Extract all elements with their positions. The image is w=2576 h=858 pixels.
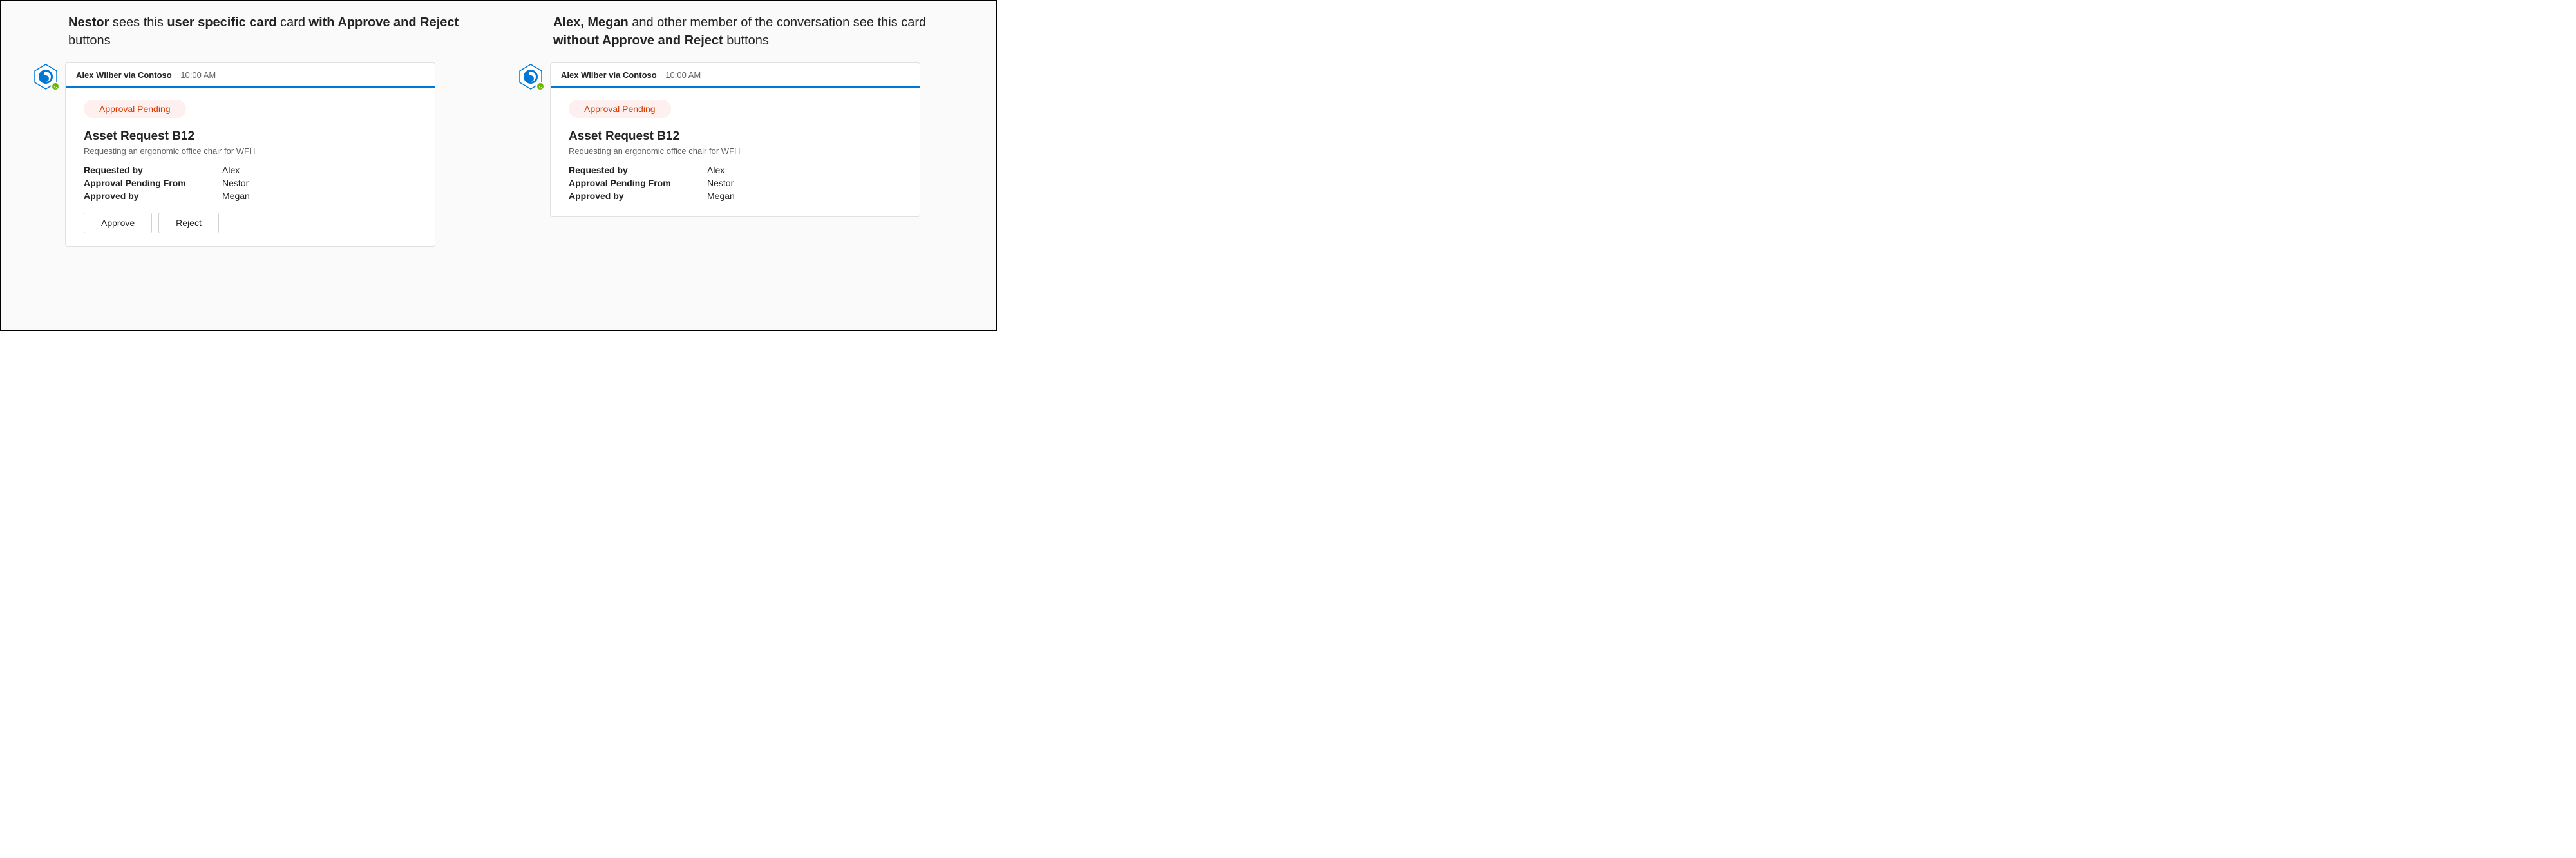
- field-value: Nestor: [707, 178, 734, 188]
- field-label: Requested by: [569, 165, 707, 175]
- status-badge: Approval Pending: [569, 100, 671, 118]
- field-label: Approved by: [569, 191, 707, 201]
- adaptive-card-without-actions: Alex Wilber via Contoso 10:00 AM Approva…: [550, 62, 920, 217]
- field-label: Approved by: [84, 191, 222, 201]
- field-requested-by: Requested by Alex: [84, 165, 417, 175]
- left-column: Nestor sees this user specific card card…: [33, 14, 479, 247]
- field-value: Megan: [222, 191, 250, 201]
- card-subtitle: Requesting an ergonomic office chair for…: [569, 146, 902, 156]
- field-approval-pending-from: Approval Pending From Nestor: [569, 178, 902, 188]
- reject-button[interactable]: Reject: [158, 213, 219, 233]
- card-body: Approval Pending Asset Request B12 Reque…: [66, 88, 435, 246]
- field-requested-by: Requested by Alex: [569, 165, 902, 175]
- timestamp: 10:00 AM: [665, 70, 701, 80]
- field-approval-pending-from: Approval Pending From Nestor: [84, 178, 417, 188]
- right-column: Alex, Megan and other member of the conv…: [518, 14, 964, 247]
- field-value: Megan: [707, 191, 735, 201]
- card-subtitle: Requesting an ergonomic office chair for…: [84, 146, 417, 156]
- presence-available-icon: [51, 82, 60, 91]
- field-label: Approval Pending From: [569, 178, 707, 188]
- sender-name: Alex Wilber via Contoso: [76, 70, 172, 80]
- field-approved-by: Approved by Megan: [569, 191, 902, 201]
- left-caption: Nestor sees this user specific card card…: [68, 14, 479, 50]
- approve-button[interactable]: Approve: [84, 213, 152, 233]
- field-value: Alex: [707, 165, 724, 175]
- field-approved-by: Approved by Megan: [84, 191, 417, 201]
- card-body: Approval Pending Asset Request B12 Reque…: [551, 88, 920, 216]
- card-title: Asset Request B12: [569, 129, 902, 144]
- app-avatar: [518, 64, 544, 90]
- card-header: Alex Wilber via Contoso 10:00 AM: [66, 63, 435, 86]
- action-buttons: Approve Reject: [84, 213, 417, 233]
- status-badge: Approval Pending: [84, 100, 186, 118]
- adaptive-card-with-actions: Alex Wilber via Contoso 10:00 AM Approva…: [65, 62, 435, 247]
- card-row: Alex Wilber via Contoso 10:00 AM Approva…: [518, 62, 964, 217]
- field-label: Requested by: [84, 165, 222, 175]
- timestamp: 10:00 AM: [180, 70, 216, 80]
- field-label: Approval Pending From: [84, 178, 222, 188]
- sender-name: Alex Wilber via Contoso: [561, 70, 657, 80]
- app-avatar: [33, 64, 59, 90]
- field-value: Nestor: [222, 178, 249, 188]
- presence-available-icon: [536, 82, 545, 91]
- card-header: Alex Wilber via Contoso 10:00 AM: [551, 63, 920, 86]
- card-row: Alex Wilber via Contoso 10:00 AM Approva…: [33, 62, 479, 247]
- right-caption: Alex, Megan and other member of the conv…: [553, 14, 964, 50]
- field-value: Alex: [222, 165, 240, 175]
- columns-container: Nestor sees this user specific card card…: [1, 1, 996, 247]
- card-title: Asset Request B12: [84, 129, 417, 144]
- comparison-frame: Nestor sees this user specific card card…: [0, 0, 997, 331]
